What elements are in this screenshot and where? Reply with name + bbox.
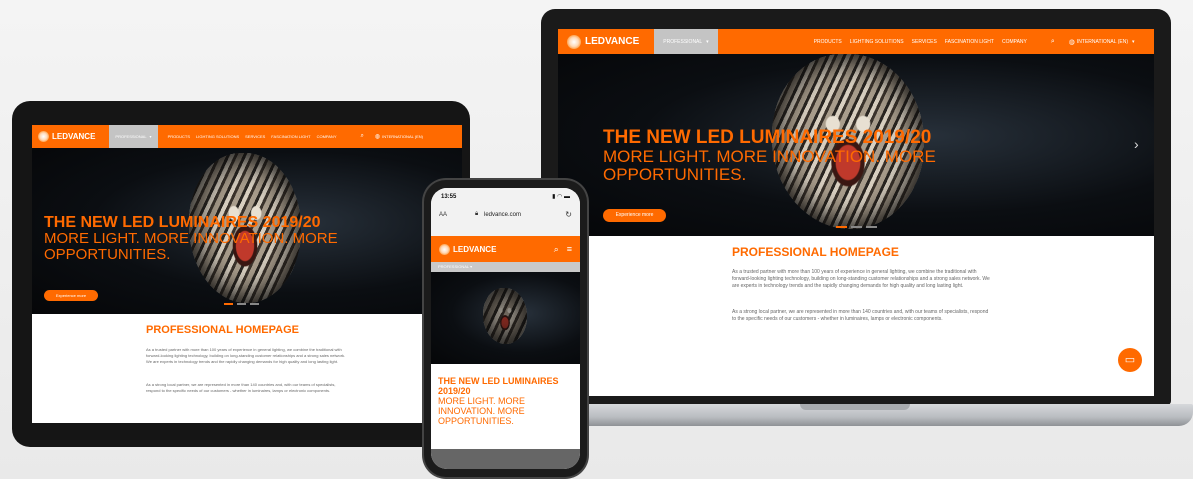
tablet-logo[interactable]: LEDVANCE [38,131,95,142]
phone-browser-chrome: 13:55 ▮ ◠ ▬ AA 🔒︎ ledvance.com ↻ [431,188,580,236]
section-heading: PROFESSIONAL HOMEPAGE [146,324,300,336]
globe-icon[interactable]: ◍ [375,133,380,140]
hero-headline: THE NEW LED LUMINAIRES 2019/20 MORE LIGH… [438,376,576,426]
tiger-image [483,288,527,344]
phone-screen: 13:55 ▮ ◠ ▬ AA 🔒︎ ledvance.com ↻ LEDVANC… [431,188,580,469]
professional-label: PROFESSIONAL [663,38,703,45]
tablet-screen: LEDVANCE PROFESSIONAL ▾ PRODUCTS LIGHTIN… [32,125,462,423]
carousel-dot[interactable] [836,226,847,228]
logo-text: LEDVANCE [453,244,497,254]
tablet-nav-bar: LEDVANCE PROFESSIONAL ▾ PRODUCTS LIGHTIN… [32,125,462,148]
phone-content: THE NEW LED LUMINAIRES 2019/20 MORE LIGH… [431,364,580,449]
tablet-main-menu: PRODUCTS LIGHTING SOLUTIONS SERVICES FAS… [168,134,337,139]
phone-bottom-bar [431,449,580,469]
hero-headline: THE NEW LED LUMINAIRES 2019/20 MORE LIGH… [44,214,394,263]
carousel-dots [836,226,877,228]
logo-icon [439,243,450,255]
professional-dropdown[interactable]: PROFESSIONAL ▾ [109,125,158,148]
phone-logo[interactable]: LEDVANCE [439,243,497,255]
experience-more-button[interactable]: Experience more [603,209,666,222]
menu-item-products[interactable]: PRODUCTS [814,39,842,45]
laptop-content: PROFESSIONAL HOMEPAGE As a trusted partn… [558,236,1154,396]
status-time: 13:55 [441,194,457,200]
phone-nav-bar: LEDVANCE ⌕ ≡ [431,236,580,262]
tablet-device: LEDVANCE PROFESSIONAL ▾ PRODUCTS LIGHTIN… [12,101,470,447]
carousel-dot[interactable] [224,303,233,305]
hamburger-icon[interactable]: ≡ [567,244,572,254]
globe-icon[interactable]: ◍ [1069,38,1075,46]
laptop-main-menu: PRODUCTS LIGHTING SOLUTIONS SERVICES FAS… [814,39,1027,45]
hero-subtitle: MORE LIGHT. MORE INNOVATION. MORE OPPORT… [44,230,338,263]
search-icon[interactable]: ⌕ [1051,38,1055,46]
hero-headline: THE NEW LED LUMINAIRES 2019/20 MORE LIGH… [603,128,1023,184]
laptop-logo[interactable]: LEDVANCE [567,34,640,49]
intro-paragraph: As a trusted partner with more than 100 … [732,269,990,289]
text-size-button[interactable]: AA [439,212,447,218]
menu-item-lighting-solutions[interactable]: LIGHTING SOLUTIONS [196,134,239,139]
hero-subtitle: MORE LIGHT. MORE INNOVATION. MORE OPPORT… [603,147,936,184]
laptop-device: LEDVANCE PROFESSIONAL ▾ PRODUCTS LIGHTIN… [541,9,1171,405]
professional-dropdown[interactable]: PROFESSIONAL ▾ [431,262,580,272]
experience-more-button[interactable]: Experience more [44,290,98,301]
hero-title: THE NEW LED LUMINAIRES 2019/20 [438,376,559,396]
status-icons: ▮ ◠ ▬ [552,194,570,200]
tablet-content: PROFESSIONAL HOMEPAGE As a trusted partn… [32,314,462,423]
chevron-down-icon: ▾ [470,264,473,269]
partner-paragraph: As a strong local partner, we are repres… [146,382,336,393]
professional-label: PROFESSIONAL [438,264,469,269]
hero-subtitle: MORE LIGHT. MORE INNOVATION. MORE OPPORT… [438,396,526,426]
chevron-down-icon: ▾ [1132,38,1135,45]
carousel-dots [224,303,259,305]
carousel-dot[interactable] [866,226,877,228]
menu-item-lighting-solutions[interactable]: LIGHTING SOLUTIONS [850,39,904,45]
menu-item-products[interactable]: PRODUCTS [168,134,190,139]
phone-device: 13:55 ▮ ◠ ▬ AA 🔒︎ ledvance.com ↻ LEDVANC… [424,180,587,477]
address-bar[interactable]: ledvance.com [484,212,521,218]
region-selector[interactable]: INTERNATIONAL (EN) [1077,39,1128,45]
logo-icon [567,34,581,49]
chevron-down-icon: ▾ [149,134,152,139]
lock-icon: 🔒︎ [475,211,479,217]
carousel-dot[interactable] [851,226,862,228]
laptop-hinge-notch [800,404,910,410]
laptop-hero: THE NEW LED LUMINAIRES 2019/20 MORE LIGH… [558,54,1154,236]
carousel-dot[interactable] [237,303,246,305]
laptop-screen: LEDVANCE PROFESSIONAL ▾ PRODUCTS LIGHTIN… [558,29,1154,396]
professional-dropdown[interactable]: PROFESSIONAL ▾ [654,29,718,54]
carousel-dot[interactable] [250,303,259,305]
intro-paragraph: As a trusted partner with more than 100 … [146,347,346,364]
search-icon[interactable]: ⌕ [554,244,559,255]
menu-item-company[interactable]: COMPANY [317,134,337,139]
hero-title: THE NEW LED LUMINAIRES 2019/20 [603,127,932,148]
reload-icon[interactable]: ↻ [565,210,572,219]
phone-hero [431,272,580,364]
section-heading: PROFESSIONAL HOMEPAGE [732,245,899,259]
chevron-down-icon: ▾ [706,38,709,45]
menu-item-fascination-light[interactable]: FASCINATION LIGHT [945,39,994,45]
menu-item-fascination-light[interactable]: FASCINATION LIGHT [271,134,310,139]
menu-item-company[interactable]: COMPANY [1002,39,1027,45]
professional-label: PROFESSIONAL [115,134,147,139]
tablet-hero: THE NEW LED LUMINAIRES 2019/20 MORE LIGH… [32,148,462,314]
logo-text: LEDVANCE [52,132,96,141]
laptop-nav-bar: LEDVANCE PROFESSIONAL ▾ PRODUCTS LIGHTIN… [558,29,1154,54]
chevron-right-icon[interactable]: › [1134,136,1139,152]
logo-icon [38,131,49,142]
menu-item-services[interactable]: SERVICES [245,134,265,139]
region-selector[interactable]: INTERNATIONAL (EN) [382,134,423,139]
partner-paragraph: As a strong local partner, we are repres… [732,309,989,322]
menu-item-services[interactable]: SERVICES [912,39,937,45]
hero-title: THE NEW LED LUMINAIRES 2019/20 [44,214,321,231]
search-icon[interactable]: ⌕ [361,133,364,140]
chat-icon[interactable]: ▭ [1118,348,1142,372]
logo-text: LEDVANCE [585,36,640,47]
